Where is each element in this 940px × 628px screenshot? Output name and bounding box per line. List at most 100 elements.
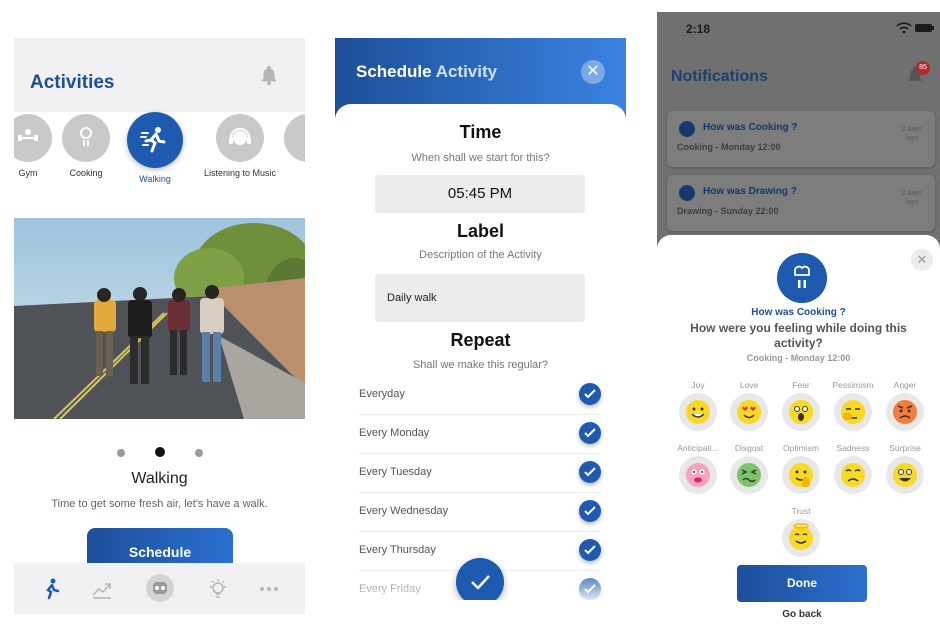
emotion-option[interactable]: Love (723, 380, 775, 431)
notification-card[interactable]: How was Drawing ? Drawing - Sunday 22:00… (667, 175, 935, 231)
category-cooking[interactable]: Cooking (50, 114, 122, 178)
joy-emoji-icon[interactable] (679, 393, 717, 431)
check-icon[interactable] (579, 422, 601, 444)
emotion-option[interactable]: Joy (672, 380, 724, 431)
check-icon[interactable] (579, 383, 601, 405)
emotion-label: Trust (791, 506, 811, 516)
repeat-option[interactable]: Every Tuesday (359, 454, 601, 493)
emotion-label: Joy (691, 380, 705, 390)
fear-emoji-icon[interactable] (782, 393, 820, 431)
repeat-option-label: Every Monday (359, 427, 430, 439)
emotion-option[interactable]: Disgust (723, 443, 775, 494)
repeat-heading: Repeat (450, 330, 511, 350)
confirm-fab-button[interactable] (456, 558, 504, 600)
walking-tab-icon[interactable] (39, 577, 63, 601)
walking-icon (127, 112, 183, 168)
time-picker[interactable]: 05:45 PM (375, 175, 585, 213)
repeat-option[interactable]: Everyday (359, 376, 601, 415)
modal-question: How were you feeling while doing this ac… (690, 321, 907, 350)
bottom-tab-bar (14, 563, 305, 614)
emotion-label: Anticipati... (677, 443, 719, 453)
emotion-label: Fear (792, 380, 810, 390)
chef-icon (62, 114, 110, 162)
close-button[interactable]: ✕ (581, 60, 605, 84)
carousel-dot-active[interactable] (154, 447, 165, 457)
notification-subtitle: Drawing - Sunday 22:00 (677, 206, 779, 216)
carousel-dots[interactable] (14, 444, 305, 462)
modal-subtitle: Cooking - Monday 12:00 (746, 353, 851, 363)
repeat-option[interactable]: Every Wednesday (359, 493, 601, 532)
activity-description: Time to get some fresh air, let's have a… (51, 498, 268, 510)
emotion-option[interactable]: Anger (879, 380, 931, 431)
love-emoji-icon[interactable] (730, 393, 768, 431)
repeat-option-label: Every Wednesday (359, 505, 449, 517)
activities-screen: Activities Gym Cooking Walking Listening… (14, 38, 305, 614)
chef-icon (679, 121, 695, 137)
notification-card[interactable]: How was Cooking ? Cooking - Monday 12:00… (667, 111, 935, 167)
notification-age: 2 days ago (897, 125, 927, 143)
emotion-option[interactable]: Pessimism (827, 380, 879, 431)
category-music[interactable]: Listening to Music (199, 114, 281, 178)
emotion-label: Love (739, 380, 759, 390)
lightbulb-icon[interactable] (206, 577, 230, 601)
more-icon[interactable] (257, 577, 281, 601)
repeat-option-label: Everyday (359, 388, 405, 400)
emotion-option[interactable]: Surprise (879, 443, 931, 494)
anger-emoji-icon[interactable] (886, 393, 924, 431)
activity-title: Walking (131, 470, 188, 487)
surprise-emoji-icon[interactable] (886, 456, 924, 494)
repeat-subtitle: Shall we make this regular? (412, 359, 549, 371)
emotion-option[interactable]: Sadness (827, 443, 879, 494)
pessimism-emoji-icon[interactable] (834, 393, 872, 431)
check-icon[interactable] (579, 578, 601, 600)
emotion-label: Pessimism (832, 380, 874, 390)
category-label: P (272, 168, 306, 178)
status-bar-icons (896, 22, 934, 34)
category-label: Cooking (69, 168, 103, 178)
notification-subtitle: Cooking - Monday 12:00 (677, 142, 781, 152)
activity-photo (14, 218, 305, 419)
category-label: Walking (139, 174, 171, 184)
trend-icon[interactable] (90, 577, 114, 601)
schedule-title-light: Activity (435, 62, 498, 81)
notification-title: How was Drawing ? (703, 186, 797, 197)
close-button[interactable]: ✕ (911, 249, 933, 271)
bell-icon[interactable] (258, 64, 280, 86)
emotion-option[interactable]: Anticipati... (672, 443, 724, 494)
emotion-option[interactable]: Trust (775, 506, 827, 557)
modal-question-title: How was Cooking ? (751, 307, 846, 318)
emotion-option[interactable]: Fear (775, 380, 827, 431)
anticipation-emoji-icon[interactable] (679, 456, 717, 494)
carousel-dot[interactable] (116, 449, 125, 457)
optimism-emoji-icon[interactable] (782, 456, 820, 494)
label-input[interactable]: Daily walk (375, 274, 585, 322)
age-line-1: 2 days (901, 190, 923, 197)
emotion-label: Anger (893, 380, 917, 390)
go-back-link[interactable]: Go back (657, 609, 940, 620)
disgust-emoji-icon[interactable] (730, 456, 768, 494)
carousel-dot[interactable] (194, 449, 203, 457)
schedule-activity-screen: Schedule Activity ✕ Time When shall we s… (335, 38, 626, 600)
label-heading: Label (456, 221, 504, 241)
check-icon[interactable] (579, 500, 601, 522)
notifications-screen: 2:18 Notifications 85 How was Cooking ? … (657, 12, 940, 628)
robot-icon[interactable] (145, 573, 175, 603)
repeat-option-label: Every Friday (359, 583, 421, 595)
emotion-label: Optimism (783, 443, 819, 453)
repeat-option[interactable]: Every Monday (359, 415, 601, 454)
check-icon[interactable] (579, 461, 601, 483)
category-walking[interactable]: Walking (119, 112, 191, 184)
check-icon[interactable] (579, 539, 601, 561)
notification-title: How was Cooking ? (703, 122, 798, 133)
time-heading: Time (459, 122, 502, 142)
trust-emoji-icon[interactable] (782, 519, 820, 557)
emotion-option[interactable]: Optimism (775, 443, 827, 494)
notification-badge: 85 (916, 61, 930, 75)
gym-icon (14, 114, 52, 162)
notifications-title: Notifications (671, 68, 768, 85)
category-partial[interactable]: P (272, 114, 305, 178)
drawing-icon (679, 185, 695, 201)
done-button[interactable]: Done (737, 565, 867, 602)
sadness-emoji-icon[interactable] (834, 456, 872, 494)
emotion-label: Disgust (734, 443, 764, 453)
